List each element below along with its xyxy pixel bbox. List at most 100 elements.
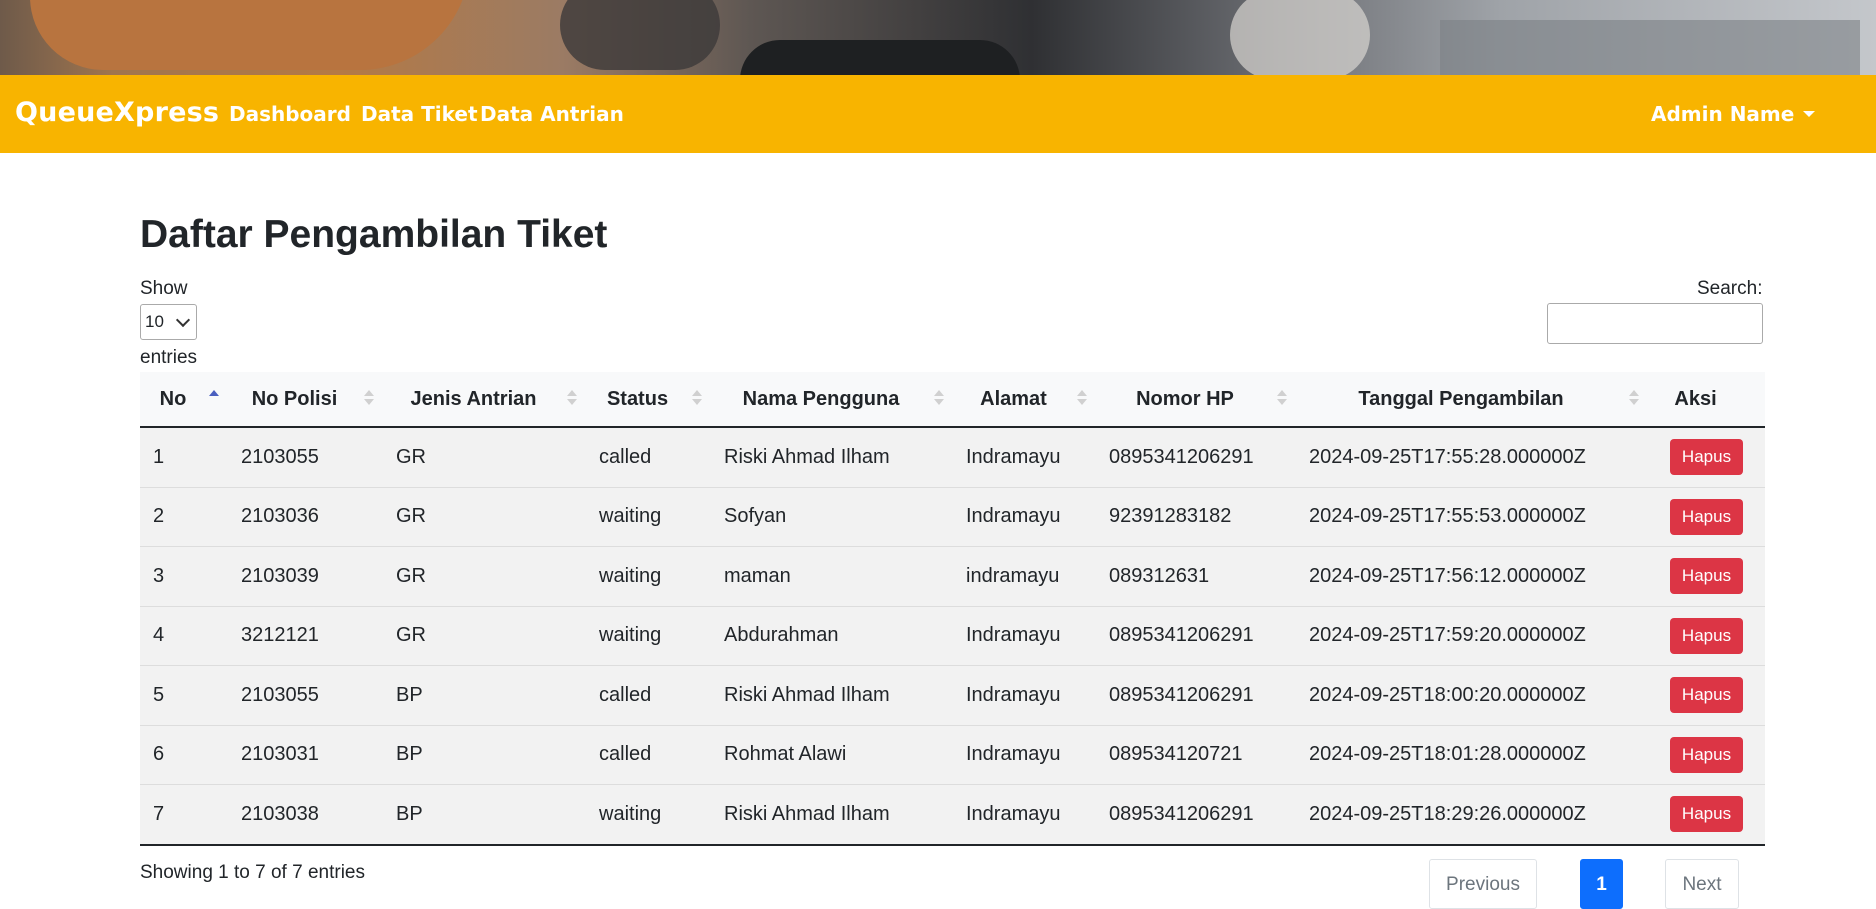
table-row: 4 3212121 GR waiting Abdurahman Indramayu 0895…: [140, 605, 1765, 666]
delete-button[interactable]: Hapus: [1669, 498, 1744, 535]
table-cell: 2103039: [228, 546, 383, 606]
column-header[interactable]: Status: [586, 372, 711, 428]
table-cell: 089534120721: [1096, 724, 1296, 785]
table-cell: 7: [140, 784, 228, 846]
sort-icon: [1077, 390, 1087, 405]
sort-icon: [1277, 390, 1287, 405]
action-cell: Hapus: [1648, 486, 1765, 547]
table-row: 7 2103038 BP waiting Riski Ahmad Ilham Indram…: [140, 784, 1765, 846]
action-cell: Hapus: [1648, 426, 1765, 487]
table-cell: 2024-09-25T18:01:28.000000Z: [1296, 724, 1648, 785]
table-cell: Riski Ahmad Ilham: [711, 426, 953, 487]
table-cell: waiting: [586, 605, 711, 666]
table-cell: 2: [140, 486, 228, 547]
table-cell: 2024-09-25T17:55:53.000000Z: [1296, 486, 1648, 547]
sort-icon: [364, 390, 374, 405]
search-input[interactable]: [1547, 303, 1763, 344]
chevron-down-icon: [175, 312, 191, 328]
table-cell: Indramayu: [953, 605, 1096, 666]
action-cell: Hapus: [1648, 665, 1765, 725]
column-header-label: Nomor HP: [1136, 387, 1234, 410]
table-cell: Indramayu: [953, 665, 1096, 725]
sort-icon: [567, 390, 577, 405]
column-header[interactable]: Tanggal Pengambilan: [1296, 372, 1648, 428]
table-cell: Indramayu: [953, 784, 1096, 846]
column-header[interactable]: No: [140, 372, 228, 428]
table-cell: called: [586, 426, 711, 487]
table-cell: 2024-09-25T18:00:20.000000Z: [1296, 665, 1648, 725]
current-page-button[interactable]: 1: [1580, 859, 1623, 909]
column-header-label: No: [159, 387, 187, 410]
table-cell: 2024-09-25T17:59:20.000000Z: [1296, 605, 1648, 666]
nav-data-tiket[interactable]: Data Tiket: [361, 102, 478, 126]
next-page-button[interactable]: Next: [1665, 859, 1739, 909]
table-cell: indramayu: [953, 546, 1096, 606]
table-row: 5 2103055 BP called Riski Ahmad Ilham Indrama…: [140, 665, 1765, 725]
column-header-label: Status: [606, 387, 669, 410]
table-cell: 2103036: [228, 486, 383, 547]
table-cell: Indramayu: [953, 486, 1096, 547]
table-cell: waiting: [586, 486, 711, 547]
column-header[interactable]: Jenis Antrian: [383, 372, 586, 428]
sort-icon: [934, 390, 944, 405]
table-row: 1 2103055 GR called Riski Ahmad Ilham Indrama…: [140, 426, 1765, 487]
table-cell: 2103055: [228, 665, 383, 725]
table-cell: BP: [383, 724, 586, 785]
column-header-label: Aksi: [1674, 387, 1717, 410]
table-cell: 92391283182: [1096, 486, 1296, 547]
tickets-table: No No Polisi Jenis Antrian Status Nama Pengg…: [140, 372, 1765, 846]
column-header[interactable]: No Polisi: [228, 372, 383, 428]
table-cell: 3212121: [228, 605, 383, 666]
show-label: Show: [140, 278, 188, 299]
column-header[interactable]: Nomor HP: [1096, 372, 1296, 428]
table-row: 2 2103036 GR waiting Sofyan Indramayu 92391283…: [140, 486, 1765, 547]
column-header-label: Nama Pengguna: [742, 387, 900, 410]
table-cell: Abdurahman: [711, 605, 953, 666]
table-cell: 4: [140, 605, 228, 666]
table-cell: 0895341206291: [1096, 605, 1296, 666]
table-cell: 2024-09-25T17:55:28.000000Z: [1296, 426, 1648, 487]
table-cell: 6: [140, 724, 228, 785]
table-cell: Riski Ahmad Ilham: [711, 665, 953, 725]
table-cell: Sofyan: [711, 486, 953, 547]
table-cell: 2103031: [228, 724, 383, 785]
table-cell: GR: [383, 426, 586, 487]
table-cell: 5: [140, 665, 228, 725]
table-cell: GR: [383, 546, 586, 606]
delete-button[interactable]: Hapus: [1669, 617, 1744, 654]
entries-label: entries: [140, 347, 198, 368]
admin-user-dropdown[interactable]: Admin Name: [1651, 102, 1816, 126]
navbar: QueueXpress Dashboard Data Tiket Data An…: [0, 75, 1876, 153]
delete-button[interactable]: Hapus: [1669, 439, 1744, 476]
table-cell: 3: [140, 546, 228, 606]
entries-length-select[interactable]: 10: [140, 304, 197, 340]
delete-button[interactable]: Hapus: [1669, 558, 1744, 595]
table-cell: Rohmat Alawi: [711, 724, 953, 785]
nav-dashboard[interactable]: Dashboard: [229, 102, 351, 126]
delete-button[interactable]: Hapus: [1669, 796, 1744, 833]
page-title: Daftar Pengambilan Tiket: [140, 213, 608, 256]
previous-page-button[interactable]: Previous: [1429, 859, 1537, 909]
brand-logo[interactable]: QueueXpress: [15, 97, 219, 128]
table-header-row: No No Polisi Jenis Antrian Status Nama Pengg…: [140, 372, 1765, 428]
table-cell: Indramayu: [953, 426, 1096, 487]
column-header[interactable]: Nama Pengguna: [711, 372, 953, 428]
column-header[interactable]: Alamat: [953, 372, 1096, 428]
column-header-label: No Polisi: [251, 387, 338, 410]
nav-data-antrian[interactable]: Data Antrian: [480, 102, 624, 126]
table-cell: 089312631: [1096, 546, 1296, 606]
table-cell: maman: [711, 546, 953, 606]
table-cell: GR: [383, 605, 586, 666]
search-label: Search:: [1697, 278, 1763, 299]
table-cell: 0895341206291: [1096, 426, 1296, 487]
delete-button[interactable]: Hapus: [1669, 736, 1744, 773]
table-cell: called: [586, 724, 711, 785]
table-cell: waiting: [586, 784, 711, 846]
table-cell: 2024-09-25T17:56:12.000000Z: [1296, 546, 1648, 606]
table-cell: 1: [140, 426, 228, 487]
table-cell: called: [586, 665, 711, 725]
table-body: 1 2103055 GR called Riski Ahmad Ilham Indrama…: [140, 426, 1765, 846]
delete-button[interactable]: Hapus: [1669, 677, 1744, 714]
entries-length-value: 10: [145, 312, 164, 331]
column-header: Aksi: [1648, 372, 1765, 428]
